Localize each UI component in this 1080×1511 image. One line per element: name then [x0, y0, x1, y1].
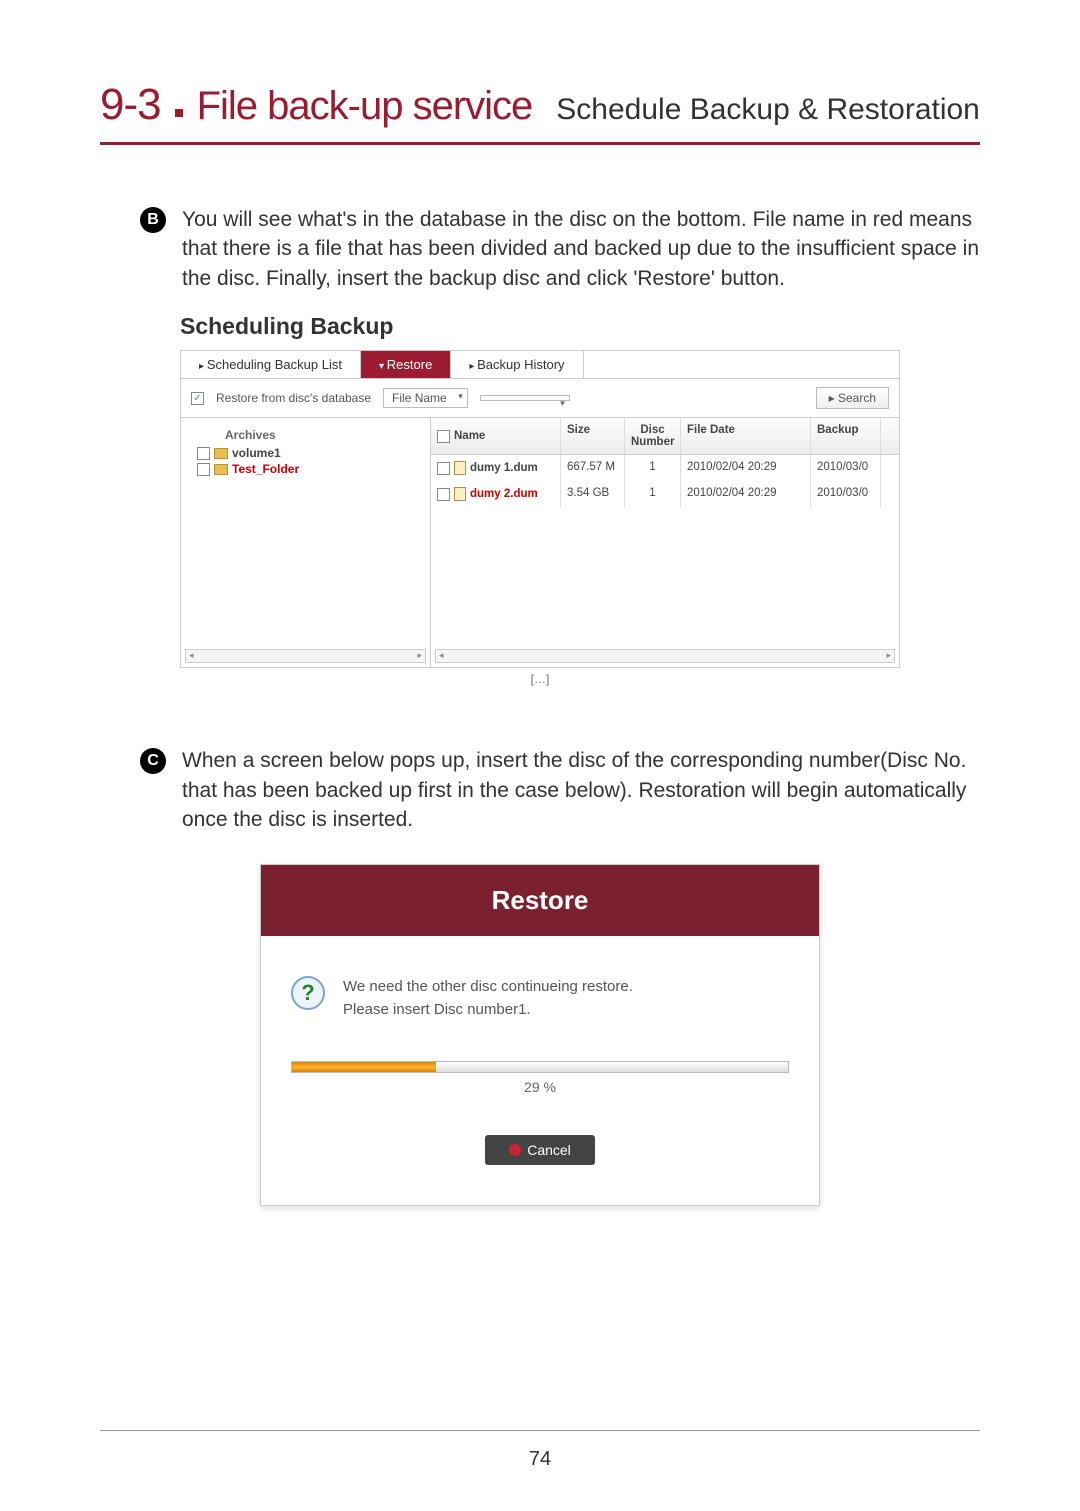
restore-msg-line2: Please insert Disc number1. — [343, 999, 633, 1022]
tabs-row: Scheduling Backup List Restore Backup Hi… — [180, 350, 900, 379]
bullet-b: B You will see what's in the database in… — [140, 205, 980, 293]
table-header: Name Size Disc Number File Date Backup — [431, 418, 899, 455]
progress-wrap: 29 % — [291, 1061, 789, 1095]
tab-backup-history[interactable]: Backup History — [451, 351, 583, 378]
section-dot — [175, 109, 183, 117]
tree-item-volume1[interactable]: volume1 — [197, 446, 422, 460]
filter-field-select[interactable]: File Name — [383, 388, 468, 408]
section-number: 9-3 — [100, 80, 161, 130]
cell-date: 2010/02/04 20:29 — [681, 455, 811, 481]
row-checkbox[interactable] — [437, 462, 450, 475]
progress-fill — [292, 1062, 436, 1072]
bullet-b-letter: B — [140, 207, 166, 233]
file-icon — [454, 461, 466, 475]
tree-item-test-folder[interactable]: Test_Folder — [197, 462, 422, 476]
select-all-checkbox[interactable] — [437, 430, 450, 443]
file-icon — [454, 487, 466, 501]
cell-name: dumy 2.dum — [470, 488, 538, 500]
app-title: Scheduling Backup — [180, 313, 900, 340]
restore-msg-line1: We need the other disc continueing resto… — [343, 976, 633, 999]
tree-checkbox[interactable] — [197, 463, 210, 476]
bullet-b-text: You will see what's in the database in t… — [182, 205, 980, 293]
tab-scheduling-list-label: Scheduling Backup List — [207, 357, 342, 372]
col-size-header: Size — [561, 418, 625, 454]
tree-header: Archives — [225, 428, 422, 442]
cell-backup: 2010/03/0 — [811, 481, 881, 507]
question-icon: ? — [291, 976, 325, 1010]
cell-disc: 1 — [625, 455, 681, 481]
bullet-c: C When a screen below pops up, insert th… — [140, 746, 980, 834]
cancel-button-label: Cancel — [527, 1142, 571, 1158]
table-pane: Name Size Disc Number File Date Backup d… — [431, 418, 899, 667]
cell-date: 2010/02/04 20:29 — [681, 481, 811, 507]
cancel-button[interactable]: Cancel — [485, 1135, 595, 1165]
restore-dialog-title: Restore — [261, 865, 819, 936]
footer-divider — [100, 1430, 980, 1431]
restore-message: We need the other disc continueing resto… — [343, 976, 633, 1021]
search-button[interactable]: ▸ Search — [816, 387, 889, 409]
progress-label: 29 % — [291, 1079, 789, 1095]
tab-backup-history-label: Backup History — [477, 357, 564, 372]
cell-disc: 1 — [625, 481, 681, 507]
folder-icon — [214, 464, 228, 475]
folder-icon — [214, 448, 228, 459]
cell-size: 3.54 GB — [561, 481, 625, 507]
search-button-label: Search — [838, 391, 876, 405]
tab-restore-label: Restore — [387, 357, 433, 372]
table-scrollbar[interactable]: ◂▸ — [435, 649, 895, 663]
col-date-header: File Date — [681, 418, 811, 454]
cell-size: 667.57 M — [561, 455, 625, 481]
table-row[interactable]: dumy 2.dum 3.54 GB 1 2010/02/04 20:29 20… — [431, 481, 899, 507]
cell-backup: 2010/03/0 — [811, 455, 881, 481]
tab-scheduling-list[interactable]: Scheduling Backup List — [181, 351, 361, 378]
bullet-c-letter: C — [140, 748, 166, 774]
col-backup-header: Backup — [811, 418, 881, 454]
bullet-c-text: When a screen below pops up, insert the … — [182, 746, 980, 834]
tree-pane: Archives volume1 Test_Folder ◂▸ — [181, 418, 431, 667]
restore-db-label: Restore from disc's database — [216, 391, 371, 405]
restore-db-checkbox[interactable] — [191, 392, 204, 405]
tree-checkbox[interactable] — [197, 447, 210, 460]
content-split: Archives volume1 Test_Folder ◂▸ Name Siz… — [180, 418, 900, 668]
pager[interactable]: […] — [180, 672, 900, 686]
restore-message-row: ? We need the other disc continueing res… — [291, 976, 789, 1021]
col-name-header: Name — [454, 430, 485, 442]
tab-restore[interactable]: Restore — [361, 351, 451, 378]
tree-item-label: Test_Folder — [232, 462, 299, 476]
restore-dialog: Restore ? We need the other disc continu… — [260, 864, 820, 1206]
tree-scrollbar[interactable]: ◂▸ — [185, 649, 426, 663]
progress-bar — [291, 1061, 789, 1073]
page-number: 74 — [529, 1448, 551, 1471]
filter-value-select[interactable] — [480, 395, 570, 401]
cell-name: dumy 1.dum — [470, 462, 538, 474]
title-sub: Schedule Backup & Restoration — [556, 93, 980, 127]
table-row[interactable]: dumy 1.dum 667.57 M 1 2010/02/04 20:29 2… — [431, 455, 899, 481]
col-disc-header: Disc Number — [625, 418, 681, 454]
row-checkbox[interactable] — [437, 488, 450, 501]
scheduling-backup-screenshot: Scheduling Backup Scheduling Backup List… — [180, 313, 900, 686]
page-title-row: 9-3 File back-up service Schedule Backup… — [100, 80, 980, 145]
tree-item-label: volume1 — [232, 446, 281, 460]
title-main: File back-up service — [197, 84, 533, 129]
filter-row: Restore from disc's database File Name ▸… — [180, 379, 900, 418]
